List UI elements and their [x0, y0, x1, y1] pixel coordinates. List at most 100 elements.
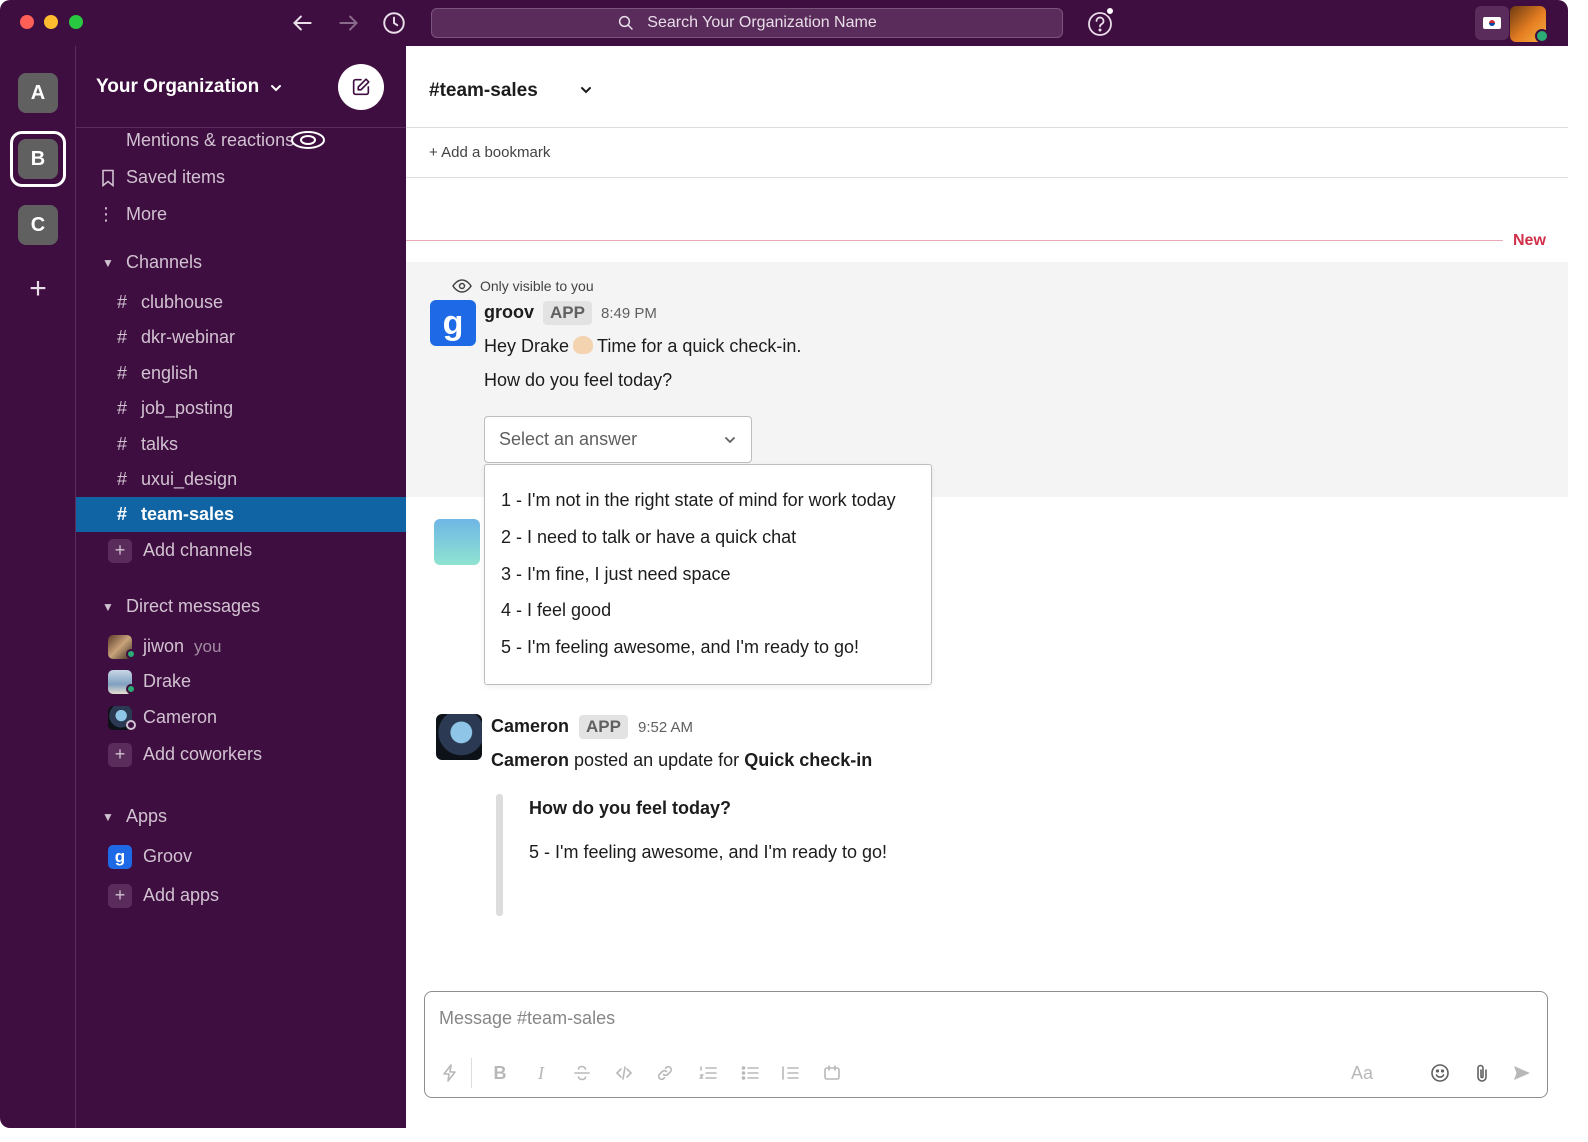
add-bookmark-button[interactable]: + Add a bookmark: [429, 144, 550, 161]
sidebar-item-dkr-webinar[interactable]: # dkr-webinar: [76, 320, 406, 355]
app-badge: APP: [579, 715, 628, 739]
bookmark-bar: + Add a bookmark: [406, 128, 1568, 178]
workspace-b[interactable]: B: [18, 139, 58, 179]
update-author[interactable]: Cameron: [491, 750, 569, 770]
ordered-list-icon[interactable]: [697, 1062, 719, 1084]
sidebar-item-uxui-design[interactable]: # uxui_design: [76, 462, 406, 497]
answer-dropdown-menu: 1 - I'm not in the right state of mind f…: [484, 464, 932, 685]
forward-arrow-icon[interactable]: [336, 10, 362, 36]
sidebar-item-saved[interactable]: Saved items: [76, 160, 406, 195]
language-flag-button[interactable]: [1475, 6, 1509, 40]
org-name[interactable]: Your Organization: [96, 76, 259, 98]
plus-icon: +: [108, 883, 132, 908]
send-icon[interactable]: [1511, 1062, 1533, 1084]
apps-section-header[interactable]: ▼ Apps: [76, 799, 406, 834]
strikethrough-icon[interactable]: [571, 1062, 593, 1084]
compose-button[interactable]: [338, 64, 384, 110]
dropdown-option[interactable]: 5 - I'm feeling awesome, and I'm ready t…: [501, 637, 859, 658]
chevron-down-icon[interactable]: [268, 80, 284, 96]
minimize-window-button[interactable]: [44, 15, 58, 29]
message-sender[interactable]: groov: [484, 302, 534, 323]
blockquote-icon[interactable]: [779, 1062, 801, 1084]
hash-icon: #: [116, 504, 127, 524]
ephemeral-note-text: Only visible to you: [480, 278, 594, 294]
hash-icon: #: [116, 292, 127, 312]
formatting-toggle-icon[interactable]: Aa: [1347, 1062, 1377, 1084]
dm-item-jiwon[interactable]: jiwon you: [76, 629, 406, 664]
channel-label: dkr-webinar: [141, 327, 236, 347]
at-sign-icon: [291, 131, 325, 149]
history-clock-icon[interactable]: [381, 10, 407, 36]
composer-placeholder: Message #team-sales: [439, 1008, 616, 1028]
org-header: Your Organization: [76, 46, 406, 128]
channel-header: #team-sales: [406, 46, 1568, 128]
sidebar-item-english[interactable]: # english: [76, 356, 406, 391]
dm-section-header[interactable]: ▼ Direct messages: [76, 589, 406, 624]
hash-icon: #: [116, 434, 127, 454]
quote-answer: 5 - I'm feeling awesome, and I'm ready t…: [529, 842, 888, 862]
search-icon: [619, 15, 634, 30]
search-input[interactable]: Search Your Organization Name: [431, 8, 1063, 38]
dropdown-option[interactable]: 4 - I feel good: [501, 600, 611, 621]
channels-section-header[interactable]: ▼ Channels: [76, 245, 406, 280]
channel-label: talks: [141, 434, 179, 454]
sidebar-item-clubhouse[interactable]: # clubhouse: [76, 285, 406, 320]
add-workspace-icon[interactable]: +: [22, 274, 54, 306]
back-arrow-icon[interactable]: [289, 10, 315, 36]
close-window-button[interactable]: [20, 15, 34, 29]
online-status-dot: [126, 649, 136, 659]
new-messages-label: New: [1513, 232, 1546, 249]
sidebar-item-mentions[interactable]: Mentions & reactions: [76, 123, 406, 158]
add-apps-button[interactable]: + Add apps: [76, 878, 406, 913]
attachment-paperclip-icon[interactable]: [1471, 1062, 1493, 1084]
bold-icon[interactable]: B: [489, 1062, 511, 1084]
sidebar-item-more[interactable]: ⋮ More: [76, 197, 406, 232]
app-name: Groov: [143, 846, 193, 866]
dropdown-option[interactable]: 3 - I'm fine, I just need space: [501, 564, 731, 585]
app-badge: APP: [543, 301, 592, 325]
channel-title[interactable]: #team-sales: [429, 80, 538, 102]
new-messages-divider: [406, 240, 1503, 241]
add-channels-label: Add channels: [143, 540, 253, 560]
message-timestamp[interactable]: 9:52 AM: [638, 719, 693, 736]
avatar[interactable]: [434, 519, 480, 565]
shortcuts-lightning-icon[interactable]: [439, 1062, 461, 1084]
chevron-down-icon[interactable]: [578, 82, 594, 98]
caret-down-icon: ▼: [102, 809, 114, 824]
add-channels-button[interactable]: + Add channels: [76, 533, 406, 568]
italic-icon[interactable]: I: [530, 1062, 552, 1084]
online-status-dot: [1535, 29, 1549, 43]
emoji-icon[interactable]: [1429, 1062, 1451, 1084]
message-sender[interactable]: Cameron: [491, 716, 569, 737]
dropdown-option[interactable]: 1 - I'm not in the right state of mind f…: [501, 490, 896, 511]
app-item-groov[interactable]: g Groov: [76, 839, 406, 874]
compose-icon: [352, 78, 370, 96]
bookmark-icon: [98, 168, 118, 188]
update-workflow[interactable]: Quick check-in: [744, 750, 872, 770]
maximize-window-button[interactable]: [69, 15, 83, 29]
sidebar-item-team-sales[interactable]: # team-sales: [76, 497, 406, 532]
message-composer[interactable]: Message #team-sales B I Aa: [424, 991, 1548, 1098]
add-coworkers-button[interactable]: + Add coworkers: [76, 737, 406, 772]
workspace-rail: A B C +: [0, 46, 76, 1128]
channel-view: #team-sales + Add a bookmark New Only vi…: [406, 46, 1568, 1128]
dm-item-cameron[interactable]: Cameron: [76, 700, 406, 735]
link-icon[interactable]: [654, 1062, 676, 1084]
plus-icon: +: [108, 742, 132, 767]
message-timestamp[interactable]: 8:49 PM: [601, 305, 657, 322]
bullet-list-icon[interactable]: [739, 1062, 761, 1084]
answer-select[interactable]: Select an answer: [484, 416, 752, 463]
cameron-avatar[interactable]: [436, 714, 482, 760]
workspace-c[interactable]: C: [18, 205, 58, 245]
dm-name: Cameron: [143, 707, 218, 727]
dropdown-option[interactable]: 2 - I need to talk or have a quick chat: [501, 527, 796, 548]
workspace-a[interactable]: A: [18, 73, 58, 113]
groov-avatar[interactable]: g: [430, 300, 476, 346]
sidebar-item-job-posting[interactable]: # job_posting: [76, 391, 406, 426]
sidebar-item-talks[interactable]: # talks: [76, 427, 406, 462]
greeting-text-end: Time for a quick check-in.: [597, 336, 802, 356]
channel-label: english: [141, 363, 199, 383]
code-block-icon[interactable]: [821, 1062, 843, 1084]
dm-item-drake[interactable]: Drake: [76, 664, 406, 699]
code-icon[interactable]: [613, 1062, 635, 1084]
